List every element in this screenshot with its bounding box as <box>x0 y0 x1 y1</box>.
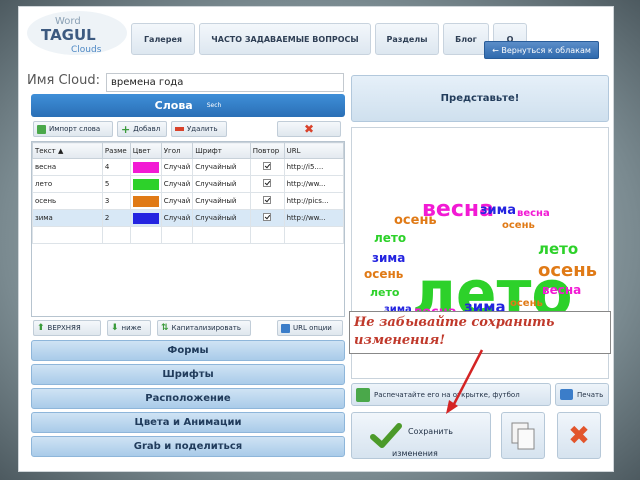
col-angle[interactable]: Угол <box>160 142 194 159</box>
minus-icon <box>175 127 184 131</box>
close-icon: ✖ <box>303 122 315 136</box>
uppercase-button[interactable]: ⬆ ВЕРХНЯЯ <box>33 320 101 336</box>
checkmark-icon <box>370 423 402 448</box>
case-toolbar: ⬆ ВЕРХНЯЯ ⬇ нижe ⇅ Капитализировать URL … <box>31 320 345 336</box>
words-toolbar: Импорт слова + Добавл Удалить ✖ <box>31 121 345 139</box>
cloud-word: лето <box>374 231 406 245</box>
cloud-word: зима <box>480 203 516 218</box>
import-icon <box>37 124 46 134</box>
arrow-up-icon: ⬆ <box>37 323 45 333</box>
arrow-down-icon: ⬇ <box>111 323 119 333</box>
clear-words-button[interactable]: ✖ <box>277 121 341 137</box>
save-changes-button[interactable]: Сохранить изменения <box>351 412 491 459</box>
logo-word-3: Clouds <box>71 45 102 55</box>
cloud-word: лето <box>370 286 400 299</box>
cloud-name-label: Имя Cloud: <box>27 73 100 88</box>
color-swatch[interactable] <box>132 178 159 190</box>
url-options-button[interactable]: URL опции <box>277 320 343 336</box>
nav-blog[interactable]: Блог <box>443 23 489 55</box>
section-colors-animation[interactable]: Цвета и Анимации <box>31 412 345 433</box>
link-icon <box>281 323 290 333</box>
section-layout[interactable]: Расположение <box>31 388 345 409</box>
repeat-checkbox[interactable] <box>263 213 272 221</box>
tagul-logo[interactable]: Word TAGUL Clouds <box>25 9 129 57</box>
visualize-button[interactable]: Представьте! <box>351 75 609 122</box>
delete-word-button[interactable]: Удалить <box>171 121 227 137</box>
close-icon: ✖ <box>568 420 590 451</box>
words-table: Текст ▲ Разме Цвет Угол Шрифт Повтор URL… <box>31 141 345 317</box>
nav-sections[interactable]: Разделы <box>375 23 439 55</box>
capitalize-button[interactable]: ⇅ Капитализировать <box>157 320 251 336</box>
lowercase-button[interactable]: ⬇ нижe <box>107 320 151 336</box>
copy-icon <box>511 422 535 449</box>
nav-gallery[interactable]: Галерея <box>131 23 195 55</box>
logo-word-2: TAGUL <box>41 26 96 44</box>
callout-arrow <box>446 349 484 414</box>
col-url[interactable]: URL <box>283 142 345 159</box>
table-header: Текст ▲ Разме Цвет Угол Шрифт Повтор URL <box>32 142 345 159</box>
table-row[interactable]: осень 3 Случай Случайный http://pics... <box>32 192 345 210</box>
table-row <box>32 226 345 244</box>
repeat-checkbox[interactable] <box>263 196 272 204</box>
cloud-word: осень <box>394 213 437 228</box>
add-word-button[interactable]: + Добавл <box>117 121 167 137</box>
col-color[interactable]: Цвет <box>129 142 162 159</box>
repeat-checkbox[interactable] <box>263 162 272 170</box>
words-section-header[interactable]: Слова Sech <box>31 94 345 117</box>
col-repeat[interactable]: Повтор <box>249 142 285 159</box>
section-fonts[interactable]: Шрифты <box>31 364 345 385</box>
cloud-word: весна <box>542 283 581 297</box>
repeat-checkbox[interactable] <box>263 179 272 187</box>
section-shapes[interactable]: Формы <box>31 340 345 361</box>
table-row[interactable]: зима 2 Случай Случайный http://ww... <box>32 209 345 227</box>
printer-icon <box>560 389 573 400</box>
print-button[interactable]: Печать <box>555 383 609 406</box>
col-text[interactable]: Текст ▲ <box>32 142 103 159</box>
section-grab-share[interactable]: Grab и поделиться <box>31 436 345 457</box>
cloud-name-input[interactable] <box>106 73 344 92</box>
table-row[interactable]: весна 4 Случай Случайный http://i5.... <box>32 158 345 176</box>
cloud-word: осень <box>502 220 535 231</box>
copy-button[interactable] <box>501 412 545 459</box>
cloud-word: весна <box>517 208 550 219</box>
col-size[interactable]: Разме <box>101 142 131 159</box>
table-row[interactable]: лето 5 Случай Случайный http://ww... <box>32 175 345 193</box>
import-words-button[interactable]: Импорт слова <box>33 121 113 137</box>
cloud-word: осень <box>364 267 404 281</box>
cloud-word: зима <box>372 251 405 265</box>
cloud-word: осень <box>510 298 543 309</box>
app-frame: Word TAGUL Clouds Галерея ЧАСТО ЗАДАВАЕМ… <box>18 6 614 472</box>
cloud-word: лето <box>538 240 578 258</box>
color-swatch[interactable] <box>132 212 159 224</box>
plus-icon: + <box>121 122 131 136</box>
words-subtitle: Sech <box>206 102 222 109</box>
back-to-clouds-button[interactable]: ← Вернуться к облакам <box>484 41 599 59</box>
delete-cloud-button[interactable]: ✖ <box>557 412 601 459</box>
color-swatch[interactable] <box>132 161 159 173</box>
words-title: Слова <box>154 99 193 112</box>
cloud-word: осень <box>538 260 597 281</box>
col-font[interactable]: Шрифт <box>192 142 251 159</box>
print-product-icon <box>356 387 370 402</box>
color-swatch[interactable] <box>132 195 159 207</box>
nav-faq[interactable]: ЧАСТО ЗАДАВАЕМЫЕ ВОПРОСЫ <box>199 23 371 55</box>
arrows-updown-icon: ⇅ <box>161 323 169 333</box>
